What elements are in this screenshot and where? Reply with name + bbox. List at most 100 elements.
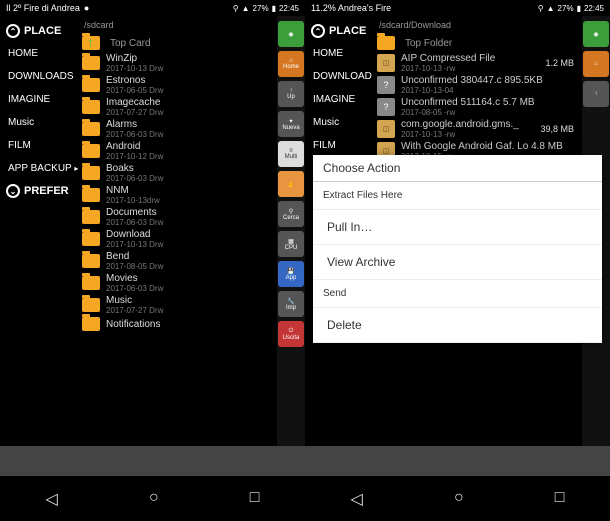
- sidebar-item-film[interactable]: FILM: [0, 134, 78, 157]
- nav-home-button[interactable]: ○: [454, 489, 464, 509]
- sidebar-item-music[interactable]: Music: [0, 111, 78, 134]
- file-row[interactable]: Music 2017-07-27 Drw: [78, 294, 277, 316]
- tool-home[interactable]: ⌂Home: [278, 51, 304, 77]
- modal-item-delete[interactable]: Delete: [313, 308, 602, 343]
- file-name: AIP Compressed File: [401, 53, 539, 64]
- up-folder[interactable]: ↑ Top Card: [78, 34, 277, 52]
- notification-dot-icon: ●: [84, 3, 89, 13]
- file-meta: 2017-10-13 -rw: [401, 130, 534, 139]
- sidebar-item-imagine[interactable]: IMAGINE: [0, 88, 78, 111]
- nav-back-button[interactable]: ◁: [351, 489, 363, 509]
- file-row[interactable]: Imagecache 2017-07-27 Drw: [78, 96, 277, 118]
- file-meta: 2017-06-05 Drw: [106, 86, 273, 95]
- file-row[interactable]: Movies 2017-06-03 Drw: [78, 272, 277, 294]
- file-row[interactable]: Notifications: [78, 316, 277, 332]
- tool-multi[interactable]: ≡Multi: [278, 141, 304, 167]
- file-row[interactable]: Documents 2017-06-03 Drw: [78, 206, 277, 228]
- tool-search[interactable]: ⚲Cerca: [278, 201, 304, 227]
- tool-cpu[interactable]: ▦CPU: [278, 231, 304, 257]
- modal-item-extract[interactable]: Extract Files Here: [313, 182, 602, 210]
- tool-location[interactable]: ◉: [583, 21, 609, 47]
- folder-icon: [82, 188, 100, 202]
- file-row[interactable]: Estronos 2017-06-05 Drw: [78, 74, 277, 96]
- sidebar-item-music[interactable]: Music: [305, 111, 373, 134]
- file-name: Unconfirmed 511164.c 5.7 MB: [401, 97, 578, 108]
- file-row[interactable]: Alarms 2017-06-03 Drw: [78, 118, 277, 140]
- tool-exit[interactable]: ⏻Uscita: [278, 321, 304, 347]
- file-row[interactable]: ◫ com.google.android.gms._ 2017-10-13 -r…: [373, 118, 582, 140]
- file-name: Music: [106, 295, 273, 306]
- nav-recent-button[interactable]: □: [555, 489, 565, 509]
- tool-settings[interactable]: 🔧Imp: [278, 291, 304, 317]
- file-row[interactable]: Boaks 2017-06-03 Drw: [78, 162, 277, 184]
- folder-icon: [82, 232, 100, 246]
- file-row[interactable]: Download 2017-10-13 Drw: [78, 228, 277, 250]
- file-row[interactable]: Bend 2017-08-05 Drw: [78, 250, 277, 272]
- folder-icon: [82, 166, 100, 180]
- folder-icon: [82, 317, 100, 331]
- modal-title: Choose Action: [313, 155, 602, 182]
- file-list[interactable]: /sdcard ↑ Top Card WinZip 2017-10-13 Drw…: [78, 16, 277, 446]
- sidebar-item-home[interactable]: HOME: [0, 42, 78, 65]
- sidebar-header-place[interactable]: ⌃ PLACE: [0, 20, 78, 42]
- modal-item-view-archive[interactable]: View Archive: [313, 245, 602, 280]
- tool-up[interactable]: ↑Up: [278, 81, 304, 107]
- file-meta: 2017-10-13drw: [106, 196, 273, 205]
- sidebar-item-downloads[interactable]: DOWNLOADS: [0, 65, 78, 88]
- nav-back-button[interactable]: ◁: [46, 489, 58, 509]
- clock: 22:45: [584, 4, 604, 13]
- file-meta: 2017-06-03 Drw: [106, 284, 273, 293]
- file-name: Notifications: [106, 319, 273, 330]
- file-name: Documents: [106, 207, 273, 218]
- sidebar-item-download[interactable]: DOWNLOAD: [305, 65, 373, 88]
- status-bar: 11.2% Andrea's Fire ⚲ ▲ 27% ▮ 22:45: [305, 0, 610, 16]
- unknown-icon: ?: [377, 76, 395, 94]
- battery-percent: 27%: [558, 4, 574, 13]
- file-name: Alarms: [106, 119, 273, 130]
- file-row[interactable]: ? Unconfirmed 380447.c 895.5KB 2017-10-1…: [373, 74, 582, 96]
- file-row[interactable]: ? Unconfirmed 511164.c 5.7 MB 2017-08-05…: [373, 96, 582, 118]
- file-name: Imagecache: [106, 97, 273, 108]
- file-name: NNM: [106, 185, 273, 196]
- file-meta: 2017-10-12 Drw: [106, 152, 273, 161]
- wifi-icon: ▲: [242, 4, 250, 13]
- file-row[interactable]: Android 2017-10-12 Drw: [78, 140, 277, 162]
- bluetooth-icon: ⚲: [538, 4, 544, 13]
- folder-icon: [82, 78, 100, 92]
- tool-new[interactable]: ✦Nueva: [278, 111, 304, 137]
- folder-icon: [82, 254, 100, 268]
- sidebar-header-prefer[interactable]: ⌄ PREFER: [0, 180, 78, 202]
- nav-recent-button[interactable]: □: [250, 489, 260, 509]
- tool-app[interactable]: 💾App: [278, 261, 304, 287]
- sidebar-item-home[interactable]: HOME: [305, 42, 373, 65]
- nav-home-button[interactable]: ○: [149, 489, 159, 509]
- sidebar-item-appbackup[interactable]: APP BACKUP ▸: [0, 157, 78, 180]
- file-name: Movies: [106, 273, 273, 284]
- sidebar-item-imagine[interactable]: IMAGINE: [305, 88, 373, 111]
- tool-up[interactable]: ↑: [583, 81, 609, 107]
- tool-finger[interactable]: ☝: [278, 171, 304, 197]
- sidebar-item-film[interactable]: FILM: [305, 134, 373, 157]
- folder-icon: [82, 100, 100, 114]
- bluetooth-icon: ⚲: [233, 4, 239, 13]
- file-row[interactable]: ◫ AIP Compressed File 2017-10-13 -rw 1.2…: [373, 52, 582, 74]
- floor-divider: [0, 446, 610, 476]
- sidebar-header-place[interactable]: ⌃ PLACE: [305, 20, 373, 42]
- folder-icon: [82, 56, 100, 70]
- folder-icon: [82, 144, 100, 158]
- file-name: Unconfirmed 380447.c 895.5KB: [401, 75, 578, 86]
- tool-home[interactable]: ⌂: [583, 51, 609, 77]
- modal-item-send[interactable]: Send: [313, 280, 602, 308]
- up-folder[interactable]: Top Folder: [373, 34, 582, 52]
- battery-icon: ▮: [577, 4, 581, 13]
- file-name: Boaks: [106, 163, 273, 174]
- tool-location[interactable]: ◉: [278, 21, 304, 47]
- file-row[interactable]: WinZip 2017-10-13 Drw: [78, 52, 277, 74]
- file-name: With Google Android Gaf. Lo 4.8 MB: [401, 141, 578, 152]
- modal-item-pullin[interactable]: Pull In…: [313, 210, 602, 245]
- screen-right: 11.2% Andrea's Fire ⚲ ▲ 27% ▮ 22:45 ⌃ PL…: [305, 0, 610, 446]
- battery-percent: 27%: [253, 4, 269, 13]
- file-name: Estronos: [106, 75, 273, 86]
- file-name: Download: [106, 229, 273, 240]
- file-row[interactable]: NNM 2017-10-13drw: [78, 184, 277, 206]
